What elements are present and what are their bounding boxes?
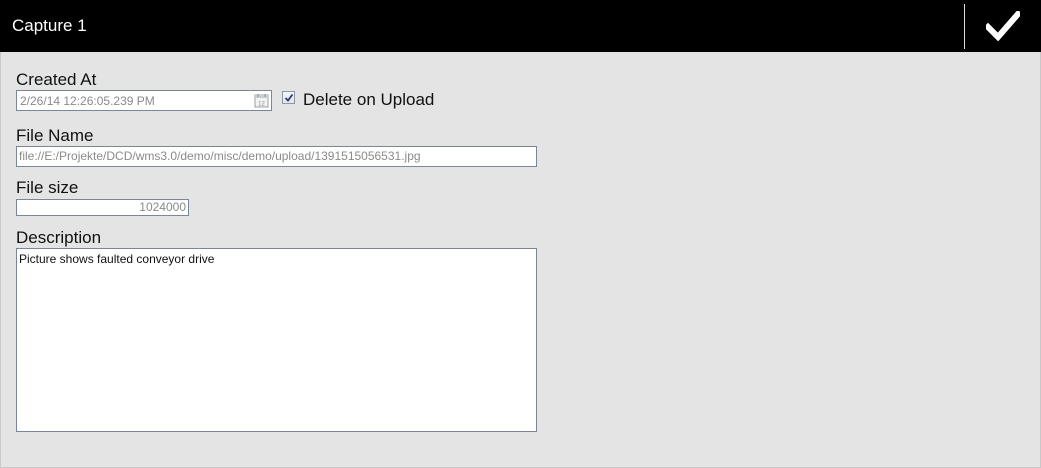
created-at-label: Created At (16, 70, 97, 89)
delete-on-upload-label[interactable]: Delete on Upload (303, 90, 434, 110)
created-at-value: 2/26/14 12:26:05.239 PM (20, 94, 155, 108)
delete-on-upload-checkbox[interactable] (282, 91, 295, 104)
file-name-label: File Name (16, 126, 94, 145)
description-textarea[interactable]: Picture shows faulted conveyor drive (16, 248, 537, 432)
confirm-button[interactable] (965, 0, 1041, 52)
title-bar: Capture 1 (0, 0, 1041, 52)
checkbox-check-icon (284, 93, 294, 102)
checkmark-icon (986, 11, 1020, 41)
file-size-label: File size (16, 178, 79, 197)
file-name-field[interactable]: file://E:/Projekte/DCD/wms3.0/demo/misc/… (16, 146, 537, 167)
description-label: Description (16, 228, 102, 247)
svg-text:12: 12 (258, 102, 265, 108)
file-size-field[interactable]: 1024000 (16, 199, 189, 216)
page-title: Capture 1 (12, 16, 87, 35)
calendar-icon[interactable]: 12 (254, 93, 269, 108)
created-at-field[interactable]: 2/26/14 12:26:05.239 PM 12 (16, 90, 272, 111)
